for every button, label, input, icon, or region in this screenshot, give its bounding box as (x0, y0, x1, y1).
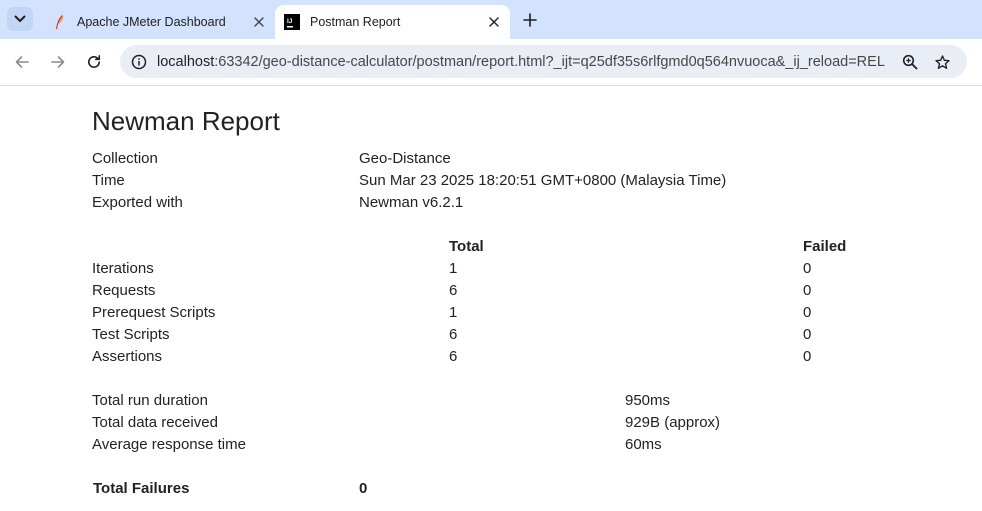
stats-total: 6 (449, 348, 458, 365)
tab-jmeter-dashboard[interactable]: Apache JMeter Dashboard (41, 5, 275, 39)
info-value: Sun Mar 23 2025 18:20:51 GMT+0800 (Malay… (359, 172, 727, 189)
stats-total: 1 (449, 304, 458, 321)
report-page: Newman Report Collection Geo-Distance Ti… (0, 86, 982, 511)
zoom-icon[interactable] (899, 51, 921, 73)
stats-label: Prerequest Scripts (92, 304, 216, 321)
stats-label: Assertions (92, 348, 163, 365)
stats-failed: 0 (803, 282, 812, 299)
tab-search-button[interactable] (7, 7, 33, 31)
stats-failed: 0 (803, 260, 812, 277)
stats-failed: 0 (803, 348, 812, 365)
chevron-down-icon (14, 15, 26, 22)
tab-title: Apache JMeter Dashboard (77, 15, 226, 29)
url-path: :63342/geo-distance-calculator/postman/r… (214, 54, 885, 70)
close-tab-icon[interactable] (250, 13, 268, 31)
info-value: Newman v6.2.1 (359, 194, 464, 211)
jmeter-feather-icon (51, 14, 67, 30)
stats-label: Requests (92, 282, 156, 299)
svg-text:IJ: IJ (287, 18, 293, 25)
summary-label: Total run duration (92, 392, 208, 409)
address-bar[interactable]: localhost:63342/geo-distance-calculator/… (120, 45, 967, 78)
summary-value: 60ms (625, 436, 662, 453)
plus-icon (523, 13, 537, 27)
stats-header-failed: Failed (803, 238, 847, 255)
stats-header-total: Total (449, 238, 484, 255)
info-label: Exported with (92, 194, 183, 211)
url-host: localhost (157, 54, 215, 70)
stats-total: 6 (449, 326, 458, 343)
tab-postman-report[interactable]: IJ Postman Report (275, 5, 510, 39)
stats-label: Iterations (92, 260, 154, 277)
summary-value: 950ms (625, 392, 671, 409)
page-title: Newman Report (92, 106, 280, 136)
total-failures-label: Total Failures (93, 480, 190, 497)
stats-total: 6 (449, 282, 458, 299)
stats-failed: 0 (803, 326, 812, 343)
arrow-left-icon (15, 56, 29, 68)
forward-button[interactable] (46, 50, 70, 74)
new-tab-button[interactable] (518, 8, 542, 32)
arrow-right-icon (51, 56, 65, 68)
bookmark-star-icon[interactable] (931, 51, 953, 73)
info-label: Collection (92, 150, 158, 167)
stats-label: Test Scripts (92, 326, 170, 343)
tab-title: Postman Report (310, 15, 401, 29)
site-info-icon[interactable] (128, 51, 150, 73)
total-failures-value: 0 (359, 480, 368, 497)
reload-icon (88, 55, 101, 68)
url-text[interactable]: localhost:63342/geo-distance-calculator/… (157, 54, 885, 70)
close-tab-icon[interactable] (485, 13, 503, 31)
intellij-icon: IJ (284, 14, 300, 30)
stats-failed: 0 (803, 304, 812, 321)
summary-label: Average response time (92, 436, 246, 453)
browser-toolbar: localhost:63342/geo-distance-calculator/… (0, 39, 982, 85)
reload-button[interactable] (82, 50, 106, 74)
tab-strip: Apache JMeter Dashboard IJ Postman Repor… (0, 0, 982, 39)
info-value: Geo-Distance (359, 150, 451, 167)
back-button[interactable] (10, 50, 34, 74)
info-label: Time (92, 172, 125, 189)
stats-total: 1 (449, 260, 458, 277)
summary-value: 929B (approx) (625, 414, 721, 431)
summary-label: Total data received (92, 414, 218, 431)
